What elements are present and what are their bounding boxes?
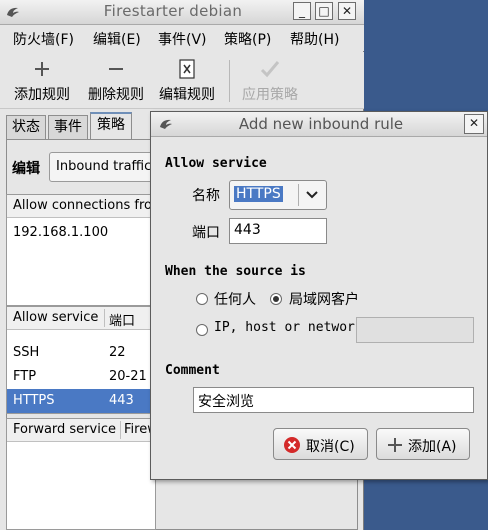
- checkmark-icon: [260, 61, 280, 78]
- plus-icon: [388, 438, 402, 452]
- menu-help[interactable]: 帮助(H): [290, 29, 339, 49]
- document-edit-icon: [179, 59, 195, 79]
- connections-header[interactable]: Allow connections from host: [7, 195, 155, 218]
- toolbar-separator: [229, 60, 230, 102]
- window-title: Firestarter debian: [103, 2, 243, 20]
- maximize-button[interactable]: □: [315, 2, 333, 20]
- cancel-icon: [284, 437, 300, 453]
- edit-label: 编辑: [12, 161, 40, 177]
- forward-header: Forward service Firewall port: [7, 419, 155, 442]
- col-allow-service[interactable]: Allow service: [13, 310, 98, 325]
- allow-service-heading: Allow service: [165, 156, 267, 171]
- dialog-close-button[interactable]: ✕: [464, 114, 484, 134]
- add-button[interactable]: 添加(A): [376, 428, 470, 460]
- chevron-down-icon: [306, 191, 318, 199]
- source-heading: When the source is: [165, 264, 306, 279]
- add-rule-button[interactable]: 添加规则: [10, 52, 74, 108]
- add-inbound-rule-dialog: Add new inbound rule ✕ Allow service 名称 …: [150, 111, 488, 480]
- radio-ip[interactable]: [196, 324, 208, 336]
- dialog-title: Add new inbound rule: [238, 115, 404, 133]
- table-row-selected[interactable]: HTTPS 443: [7, 389, 155, 413]
- cancel-button[interactable]: 取消(C): [273, 428, 368, 460]
- ip-input[interactable]: [356, 317, 474, 343]
- service-name-value: HTTPS: [234, 186, 283, 202]
- radio-anyone[interactable]: [196, 293, 208, 305]
- connections-list[interactable]: Allow connections from host 192.168.1.10…: [6, 194, 156, 306]
- menu-edit[interactable]: 编辑(E): [93, 29, 141, 49]
- port-input[interactable]: 443: [229, 218, 327, 244]
- name-label: 名称: [192, 188, 220, 204]
- radio-lan[interactable]: [270, 293, 282, 305]
- table-row[interactable]: SSH 22: [7, 341, 155, 365]
- comment-heading: Comment: [165, 363, 220, 378]
- main-titlebar[interactable]: Firestarter debian _ □ ✕: [0, 0, 364, 25]
- menu-policy[interactable]: 策略(P): [224, 29, 271, 49]
- menu-firewall[interactable]: 防火墙(F): [13, 29, 74, 49]
- tab-policy[interactable]: 策略: [90, 112, 132, 140]
- radio-anyone-label[interactable]: 任何人: [214, 289, 256, 309]
- comment-input[interactable]: 安全浏览: [193, 387, 474, 413]
- service-name-combo[interactable]: HTTPS: [229, 180, 327, 210]
- minus-icon: [109, 68, 123, 70]
- toolbar: 添加规则 删除规则 编辑规则 应用策略: [0, 52, 364, 109]
- dialog-titlebar[interactable]: Add new inbound rule ✕: [151, 112, 487, 137]
- tab-events[interactable]: 事件: [48, 115, 88, 139]
- tab-status[interactable]: 状态: [6, 115, 46, 139]
- remove-rule-button[interactable]: 删除规则: [84, 52, 148, 108]
- close-button[interactable]: ✕: [338, 2, 356, 20]
- edit-rule-button[interactable]: 编辑规则: [155, 52, 219, 108]
- port-label: 端口: [192, 225, 220, 241]
- firewall-app-icon: [7, 7, 19, 17]
- radio-lan-label[interactable]: 局域网客户: [289, 289, 359, 309]
- list-item[interactable]: 192.168.1.100: [7, 221, 155, 245]
- firewall-app-icon: [160, 119, 172, 129]
- menubar: 防火墙(F) 编辑(E) 事件(V) 策略(P) 帮助(H): [0, 25, 364, 51]
- services-list[interactable]: Allow service 端口 SSH 22 FTP 20-21 HTTPS …: [6, 306, 156, 414]
- apply-policy-button[interactable]: 应用策略: [238, 52, 302, 108]
- services-header: Allow service 端口: [7, 307, 155, 330]
- col-port[interactable]: 端口: [109, 310, 135, 329]
- radio-ip-label[interactable]: IP, host or network: [214, 320, 363, 335]
- menu-events[interactable]: 事件(V): [158, 29, 207, 49]
- plus-icon: [35, 62, 49, 76]
- forward-list[interactable]: Forward service Firewall port: [6, 418, 156, 530]
- col-forward-service[interactable]: Forward service: [13, 422, 116, 437]
- table-row[interactable]: FTP 20-21: [7, 365, 155, 389]
- minimize-button[interactable]: _: [293, 2, 311, 20]
